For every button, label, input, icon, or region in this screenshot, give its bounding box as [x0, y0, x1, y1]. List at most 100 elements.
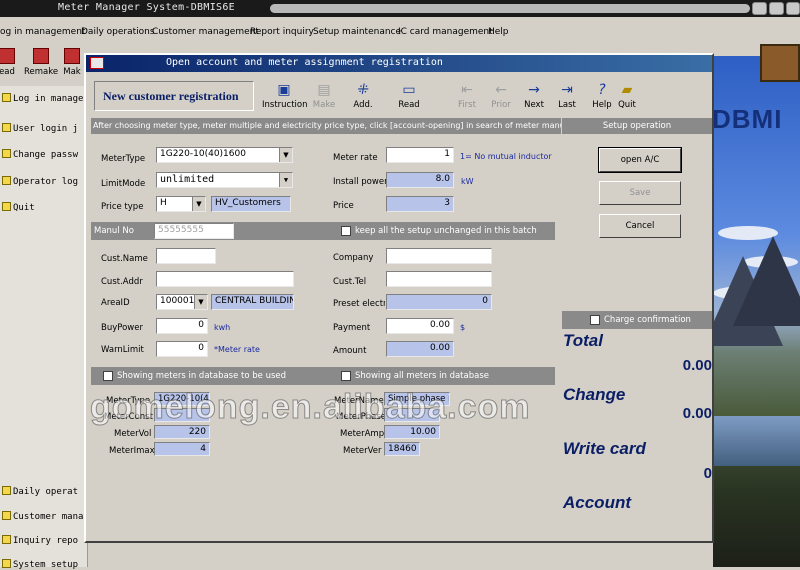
cust-name-input[interactable]: [156, 248, 216, 264]
open-account-button[interactable]: open A/C: [598, 147, 682, 173]
chevron-down-icon[interactable]: ▼: [279, 148, 292, 162]
minimize-button[interactable]: [752, 2, 767, 15]
meter-rate-input[interactable]: 1: [386, 147, 454, 163]
nav-change-password[interactable]: Change passw: [2, 149, 78, 160]
read-icon: ▭: [402, 82, 416, 98]
cancel-button[interactable]: Cancel: [599, 214, 681, 238]
cust-addr-label: Cust.Addr: [101, 277, 143, 287]
chevron-down-icon[interactable]: ▼: [279, 173, 292, 187]
menu-customer-management[interactable]: Customer management: [152, 27, 259, 37]
m-meter-imax-label: MeterImax: [109, 446, 155, 456]
quit-icon: [2, 202, 11, 211]
meter-type-label: MeterType: [101, 154, 146, 164]
add-icon: ⁜: [357, 82, 369, 98]
m-meter-vol-label: MeterVol: [114, 429, 152, 439]
toolbar-read-button[interactable]: ead: [0, 48, 24, 77]
area-name-value: CENTRAL BUILDIN: [211, 294, 294, 310]
remake-icon: [33, 48, 49, 64]
instruction-icon: ▣: [277, 82, 291, 98]
price-label: Price: [333, 201, 354, 211]
cust-addr-input[interactable]: [156, 271, 294, 287]
nav-login-management[interactable]: Log in manage: [2, 93, 83, 104]
folder-icon: [2, 93, 11, 102]
registration-dialog: Open account and meter assignment regist…: [84, 53, 714, 543]
charge-confirmation-checkbox[interactable]: [590, 315, 600, 325]
show-used-meters-checkbox[interactable]: [103, 371, 113, 381]
nav-quit[interactable]: Quit: [2, 202, 35, 213]
menu-report-inquiry[interactable]: Report inquiry: [250, 27, 314, 37]
m-meter-ver-value: 18460: [384, 442, 420, 456]
limit-mode-select[interactable]: unlimited ▼: [156, 172, 293, 188]
preset-electric-label: Preset electric: [333, 299, 385, 309]
m-meter-imax-value: 4: [154, 442, 210, 456]
nav-system-setup[interactable]: System setup: [2, 559, 78, 570]
read-button[interactable]: ▭ Read: [394, 82, 424, 110]
menu-bar: og in management Daily operations Custom…: [0, 22, 800, 42]
prior-button[interactable]: ← Prior: [488, 82, 514, 110]
price-type-select[interactable]: H ▼: [156, 196, 206, 212]
menu-help[interactable]: Help: [488, 27, 509, 37]
price-type-name: HV_Customers: [211, 196, 291, 212]
limit-mode-label: LimitMode: [101, 179, 146, 189]
meter-type-select[interactable]: 1G220-10(40)1600 ▼: [156, 147, 293, 163]
charge-confirmation-bar: Charge confirmation: [562, 311, 712, 329]
change-value: 0.00: [682, 405, 712, 422]
nav-user-login[interactable]: User login j: [2, 123, 78, 134]
show-used-meters-label: Showing meters in database to be used: [117, 371, 287, 381]
next-button[interactable]: → Next: [521, 82, 547, 110]
toolbar-make-button[interactable]: Mak: [58, 48, 86, 77]
cust-tel-input[interactable]: [386, 271, 492, 287]
help-button[interactable]: ? Help: [589, 82, 615, 110]
nav-daily-operations[interactable]: Daily operat: [2, 486, 78, 497]
make-button[interactable]: ▤ Make: [309, 82, 339, 110]
company-label: Company: [333, 253, 374, 263]
menu-ic-card-management[interactable]: IC card management: [398, 27, 493, 37]
quit-button[interactable]: ▰ Quit: [615, 82, 639, 110]
save-button[interactable]: Save: [599, 181, 681, 205]
total-value: 0.00: [682, 357, 712, 374]
instruction-button[interactable]: ▣ Instruction: [262, 82, 308, 110]
m-meter-amp-label: MeterAmp: [340, 429, 385, 439]
amount-value: 0.00: [386, 341, 454, 357]
menu-login-management[interactable]: og in management: [0, 27, 85, 37]
close-button[interactable]: [786, 2, 800, 15]
next-icon: →: [528, 82, 540, 98]
nav-operator-log[interactable]: Operator log: [2, 176, 78, 187]
buy-power-input[interactable]: 0: [156, 318, 208, 334]
watermark: gomelong.en.alibaba.com: [90, 388, 531, 427]
chevron-down-icon[interactable]: ▼: [192, 197, 205, 211]
folder-icon: [2, 511, 11, 520]
meter-rate-label: Meter rate: [333, 153, 378, 163]
menu-setup-maintenance[interactable]: Setup maintenance: [313, 27, 401, 37]
chevron-down-icon[interactable]: ▼: [194, 295, 207, 309]
prior-icon: ←: [495, 82, 507, 98]
install-power-unit: kW: [461, 177, 474, 186]
first-icon: ⇤: [461, 82, 473, 98]
area-id-label: AreaID: [101, 298, 130, 308]
make-icon: ▤: [317, 82, 331, 98]
area-id-select[interactable]: 100001 ▼: [156, 294, 208, 310]
dialog-title-bar: Open account and meter assignment regist…: [86, 55, 712, 72]
maximize-button[interactable]: [769, 2, 784, 15]
warn-limit-label: WarnLimit: [101, 345, 144, 355]
company-input[interactable]: [386, 248, 492, 264]
toolbar-remake-button[interactable]: Remake: [24, 48, 58, 77]
last-button[interactable]: ⇥ Last: [554, 82, 580, 110]
first-button[interactable]: ⇤ First: [454, 82, 480, 110]
key-icon: [2, 149, 11, 158]
meter-rate-note: 1= No mutual inductor: [460, 152, 552, 161]
menu-daily-operations[interactable]: Daily operations: [81, 27, 155, 37]
add-button[interactable]: ⁜ Add.: [348, 82, 378, 110]
manul-no-input[interactable]: 55555555: [154, 223, 234, 239]
dialog-title: Open account and meter assignment regist…: [166, 57, 443, 68]
nav-customer-management[interactable]: Customer mana: [2, 511, 83, 522]
nav-inquiry-report[interactable]: Inquiry repo: [2, 535, 78, 546]
app-title-bar: Meter Manager System-DBMIS6E: [0, 0, 800, 17]
keep-setup-checkbox[interactable]: [341, 226, 351, 236]
warn-limit-input[interactable]: 0: [156, 341, 208, 357]
install-power-value: 8.0: [386, 172, 454, 188]
price-type-label: Price type: [101, 202, 144, 212]
show-all-meters-checkbox[interactable]: [341, 371, 351, 381]
preset-electric-value: 0: [386, 294, 492, 310]
payment-input[interactable]: 0.00: [386, 318, 454, 334]
